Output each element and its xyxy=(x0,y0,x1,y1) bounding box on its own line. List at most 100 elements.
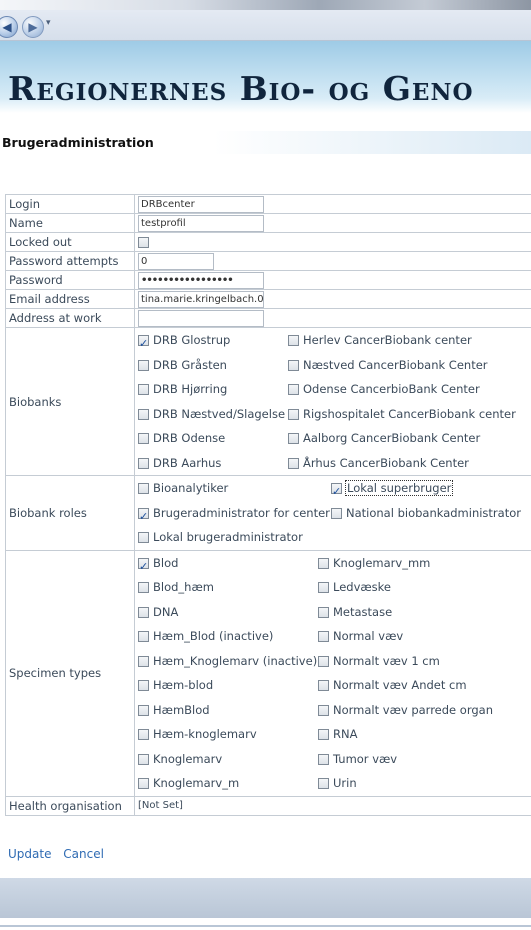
specimens-option[interactable]: Blod_hæm xyxy=(138,575,318,600)
specimens-checkbox[interactable] xyxy=(318,704,329,716)
specimens-checkbox[interactable] xyxy=(318,680,329,691)
specimens-option[interactable]: Knoglemarv xyxy=(138,747,318,772)
login-input[interactable]: DRBcenter xyxy=(138,195,264,213)
roles-checkbox[interactable] xyxy=(138,483,149,494)
password-input[interactable]: ••••••••••••••••• xyxy=(138,271,264,289)
biobanks-option-label: Århus CancerBiobank Center xyxy=(303,455,469,470)
specimens-option[interactable]: Hæm-knoglemarv xyxy=(138,722,318,747)
specimens-option[interactable]: Hæm_Knoglemarv (inactive) xyxy=(138,649,318,674)
specimens-option-label: RNA xyxy=(333,727,358,741)
window-title-strip xyxy=(0,0,531,10)
update-link[interactable]: Update xyxy=(8,847,51,861)
specimens-checkbox[interactable] xyxy=(138,606,149,618)
roles-checkbox[interactable] xyxy=(331,507,342,519)
roles-option[interactable]: Lokal brugeradministrator xyxy=(138,525,331,550)
specimens-checkbox[interactable] xyxy=(318,729,329,740)
roles-option[interactable]: Bioanalytiker xyxy=(138,476,331,501)
cancel-link[interactable]: Cancel xyxy=(63,847,104,861)
specimens-option[interactable]: HæmBlod xyxy=(138,698,318,723)
biobanks-checkbox[interactable] xyxy=(138,457,149,469)
biobanks-option[interactable]: Odense CancerbioBank Center xyxy=(288,377,518,402)
specimens-option-label: Urin xyxy=(333,776,357,790)
email-input[interactable]: tina.marie.kringelbach.0 xyxy=(138,290,264,308)
biobanks-option[interactable]: Rigshospitalet CancerBiobank center xyxy=(288,402,518,427)
specimens-checkbox[interactable] xyxy=(138,753,149,765)
biobanks-checkbox[interactable] xyxy=(288,433,299,444)
address-input[interactable] xyxy=(138,309,264,327)
specimens-option[interactable]: Metastase xyxy=(318,600,518,625)
specimens-option[interactable]: Normalt væv parrede organ xyxy=(318,698,518,723)
specimens-option[interactable]: Normalt væv Andet cm xyxy=(318,673,518,698)
biobanks-checkbox[interactable] xyxy=(288,408,299,420)
roles-checkbox[interactable] xyxy=(138,505,149,529)
biobanks-checkbox[interactable] xyxy=(138,433,149,444)
health-organisation-value[interactable]: [Not Set] xyxy=(134,795,531,816)
roles-option[interactable]: Lokal superbruger xyxy=(331,476,521,505)
specimens-checkbox[interactable] xyxy=(138,704,149,716)
specimens-checkbox[interactable] xyxy=(138,582,149,593)
specimens-option[interactable]: Urin xyxy=(318,771,518,796)
specimens-checkbox[interactable] xyxy=(138,778,149,789)
specimens-option[interactable]: Knoglemarv_mm xyxy=(318,551,518,576)
biobanks-option[interactable]: Herlev CancerBiobank center xyxy=(288,328,518,353)
biobanks-checkbox[interactable] xyxy=(138,359,149,371)
name-input[interactable]: testprofil xyxy=(138,214,264,232)
specimens-option-label: Knoglemarv xyxy=(153,751,223,766)
specimens-option-label: Normalt væv parrede organ xyxy=(333,702,493,717)
specimens-option[interactable]: DNA xyxy=(138,600,318,625)
biobanks-option[interactable]: DRB Hjørring xyxy=(138,377,288,402)
biobanks-option[interactable]: DRB Aarhus xyxy=(138,451,288,476)
specimens-checkbox[interactable] xyxy=(318,655,329,667)
specimens-option[interactable]: Ledvæske xyxy=(318,575,518,600)
roles-checkbox[interactable] xyxy=(138,532,149,543)
specimens-checkbox[interactable] xyxy=(318,582,329,593)
specimens-checkbox[interactable] xyxy=(138,655,149,667)
specimens-option[interactable]: RNA xyxy=(318,722,518,747)
biobanks-option[interactable]: DRB Næstved/Slagelse xyxy=(138,402,288,427)
biobanks-option[interactable]: Næstved CancerBiobank Center xyxy=(288,353,518,378)
biobanks-checkbox[interactable] xyxy=(138,408,149,420)
specimens-checkbox[interactable] xyxy=(318,753,329,765)
forward-arrow-icon[interactable]: ▶ xyxy=(22,16,44,38)
form-actions: Update Cancel xyxy=(8,847,112,861)
biobanks-checkbox[interactable] xyxy=(288,335,299,346)
biobanks-checkbox[interactable] xyxy=(138,384,149,395)
biobanks-option[interactable]: Århus CancerBiobank Center xyxy=(288,451,518,476)
roles-checkbox[interactable] xyxy=(331,480,342,505)
specimens-option[interactable]: Hæm-blod xyxy=(138,673,318,698)
specimens-option[interactable]: Knoglemarv_m xyxy=(138,771,318,796)
biobanks-option[interactable]: Aalborg CancerBiobank Center xyxy=(288,426,518,451)
specimens-checkbox[interactable] xyxy=(138,729,149,740)
biobanks-option[interactable]: DRB Glostrup xyxy=(138,328,288,357)
roles-option[interactable]: National biobankadministrator xyxy=(331,501,521,526)
chevron-down-icon[interactable]: ▾ xyxy=(46,18,51,28)
password-label: Password xyxy=(5,270,135,290)
specimens-checkbox[interactable] xyxy=(318,778,329,789)
back-arrow-icon[interactable]: ◀ xyxy=(0,16,18,38)
biobanks-checkbox[interactable] xyxy=(288,457,299,469)
biobanks-option-label: DRB Næstved/Slagelse xyxy=(153,406,286,421)
specimens-option-label: Hæm-knoglemarv xyxy=(153,727,257,741)
biobanks-option[interactable]: DRB Gråsten xyxy=(138,353,288,378)
roles-option[interactable]: Brugeradministrator for center xyxy=(138,501,331,529)
specimens-checkbox[interactable] xyxy=(138,555,149,579)
specimens-option[interactable]: Normalt væv 1 cm xyxy=(318,649,518,674)
specimens-option[interactable]: Tumor væv xyxy=(318,747,518,772)
biobanks-option[interactable]: DRB Odense xyxy=(138,426,288,451)
specimens-option-label: Knoglemarv_m xyxy=(153,776,240,790)
biobanks-option-label: DRB Gråsten xyxy=(153,357,227,372)
biobanks-checkbox[interactable] xyxy=(288,359,299,371)
specimens-option[interactable]: Blod xyxy=(138,551,318,579)
specimens-option[interactable]: Normal væv xyxy=(318,624,518,649)
locked-out-checkbox[interactable] xyxy=(138,237,149,248)
specimens-option[interactable]: Hæm_Blod (inactive) xyxy=(138,624,318,649)
specimens-option-label: Hæm_Knoglemarv (inactive) xyxy=(153,653,318,668)
specimens-checkbox[interactable] xyxy=(138,631,149,642)
biobanks-checkbox[interactable] xyxy=(288,384,299,395)
specimens-checkbox[interactable] xyxy=(318,631,329,642)
specimens-checkbox[interactable] xyxy=(138,680,149,691)
biobanks-checkbox[interactable] xyxy=(138,332,149,357)
specimens-checkbox[interactable] xyxy=(318,557,329,569)
password-attempts-input[interactable]: 0 xyxy=(138,252,214,270)
specimens-checkbox[interactable] xyxy=(318,606,329,618)
